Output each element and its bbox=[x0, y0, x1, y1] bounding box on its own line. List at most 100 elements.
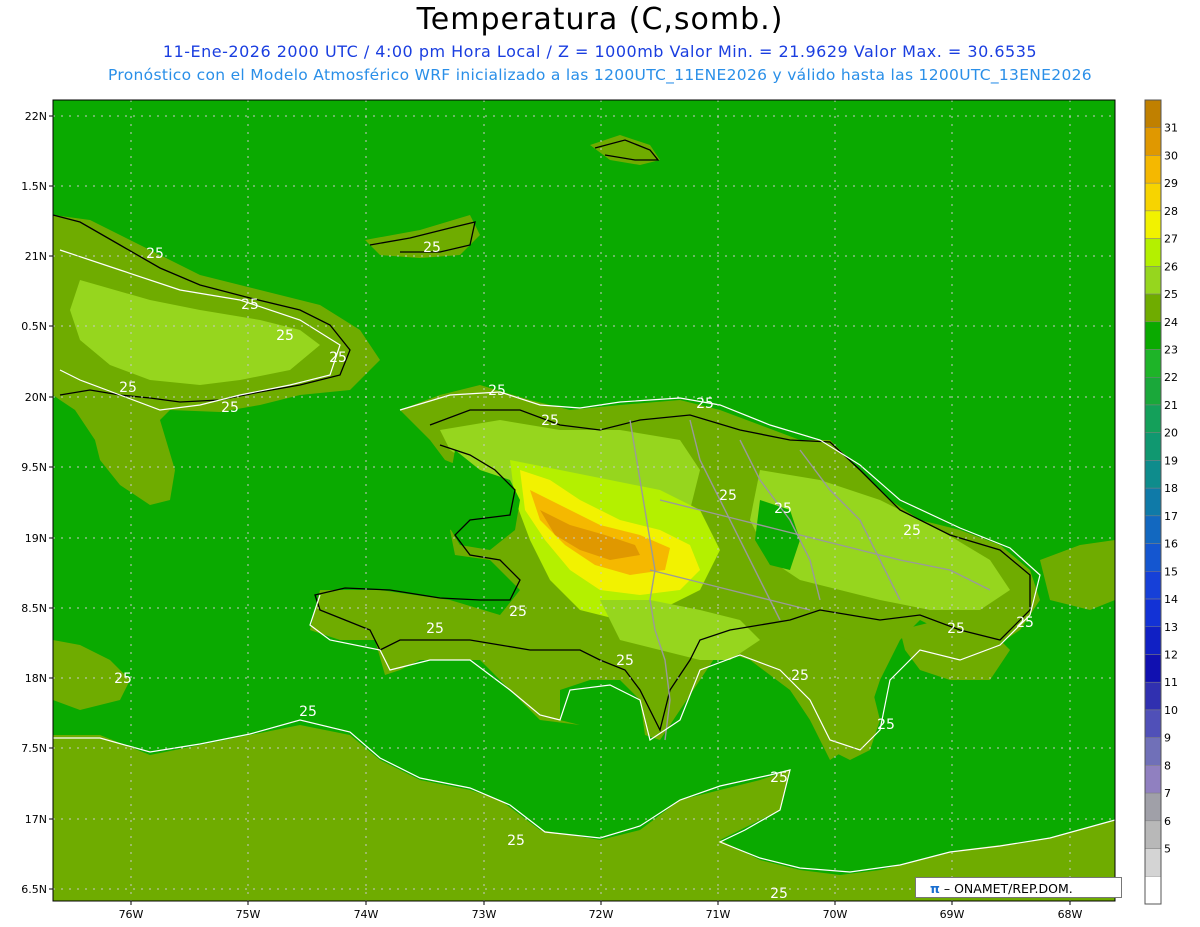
colorbar-label: 21 bbox=[1164, 399, 1178, 412]
contour-label-25: 25 bbox=[903, 523, 921, 539]
temperature-map: 25 25 25 25 25 25 25 25 25 25 25 25 25 25 25 25 25 25 25 25… bbox=[21, 99, 1178, 921]
colorbar-label: 11 bbox=[1164, 676, 1178, 689]
lon-label: 69W bbox=[940, 908, 965, 921]
contour-label-25: 25 bbox=[877, 717, 895, 733]
contour-label-25: 25 bbox=[509, 604, 527, 620]
lon-label: 68W bbox=[1058, 908, 1083, 921]
colorbar-swatch bbox=[1144, 820, 1162, 849]
colorbar-label: 24 bbox=[1164, 316, 1178, 329]
credit-text: – ONAMET/REP.DOM. bbox=[943, 881, 1073, 896]
colorbar-swatch bbox=[1144, 571, 1162, 600]
lat-label: 19N bbox=[25, 532, 47, 545]
colorbar-swatch bbox=[1144, 266, 1162, 295]
colorbar-label: 6 bbox=[1164, 815, 1171, 828]
lat-label: 20N bbox=[25, 391, 47, 404]
map-title: Temperatura (C,somb.) bbox=[416, 2, 784, 37]
colorbar-label: 29 bbox=[1164, 177, 1178, 190]
colorbar-swatch bbox=[1144, 404, 1162, 433]
contour-label-25: 25 bbox=[114, 671, 132, 687]
lon-label: 72W bbox=[589, 908, 614, 921]
contour-label-25: 25 bbox=[488, 383, 506, 399]
contour-label-25: 25 bbox=[791, 668, 809, 684]
contour-label-25: 25 bbox=[423, 240, 441, 256]
colorbar-label: 7 bbox=[1164, 787, 1171, 800]
lat-label: 9.5N bbox=[21, 461, 47, 474]
contour-label-25: 25 bbox=[119, 380, 137, 396]
contour-label-25: 25 bbox=[774, 501, 792, 517]
lon-label: 73W bbox=[472, 908, 497, 921]
credit-box: π – ONAMET/REP.DOM. bbox=[915, 877, 1122, 898]
contour-label-25: 25 bbox=[241, 297, 259, 313]
colorbar-swatch bbox=[1144, 432, 1162, 461]
colorbar-swatch bbox=[1144, 182, 1162, 212]
colorbar-swatch bbox=[1144, 709, 1162, 738]
colorbar-swatch bbox=[1144, 792, 1162, 822]
colorbar-swatch bbox=[1144, 210, 1162, 239]
contour-label-25: 25 bbox=[276, 328, 294, 344]
colorbar-swatch bbox=[1144, 681, 1162, 711]
lon-label: 76W bbox=[119, 908, 144, 921]
colorbar-swatch bbox=[1144, 460, 1162, 489]
colorbar-label: 15 bbox=[1164, 565, 1178, 578]
lat-label: 7.5N bbox=[21, 742, 47, 755]
colorbar-label: 20 bbox=[1164, 427, 1178, 440]
colorbar-label: 31 bbox=[1164, 122, 1178, 135]
colorbar-swatch bbox=[1144, 876, 1162, 905]
colorbar-swatch bbox=[1144, 238, 1162, 267]
colorbar-swatch bbox=[1144, 598, 1162, 628]
colorbar-swatch bbox=[1144, 321, 1162, 350]
colorbar-label: 13 bbox=[1164, 621, 1178, 634]
colorbar-label: 18 bbox=[1164, 482, 1178, 495]
colorbar-label: 27 bbox=[1164, 233, 1178, 246]
contour-label-25: 25 bbox=[426, 621, 444, 637]
colorbar-swatch bbox=[1144, 654, 1162, 683]
contour-label-25: 25 bbox=[299, 704, 317, 720]
contour-label-25: 25 bbox=[507, 833, 525, 849]
contour-label-25: 25 bbox=[947, 621, 965, 637]
lat-label: 21N bbox=[25, 250, 47, 263]
colorbar-label: 23 bbox=[1164, 344, 1178, 357]
lon-label: 74W bbox=[354, 908, 379, 921]
lat-label: 8.5N bbox=[21, 602, 47, 615]
contour-label-25: 25 bbox=[770, 770, 788, 786]
colorbar-swatch bbox=[1144, 127, 1162, 156]
lat-label: 18N bbox=[25, 672, 47, 685]
onamet-logo-icon: π bbox=[930, 881, 940, 896]
colorbar-label: 17 bbox=[1164, 510, 1178, 523]
lon-label: 70W bbox=[823, 908, 848, 921]
colorbar-label: 9 bbox=[1164, 732, 1171, 745]
colorbar-label: 8 bbox=[1164, 759, 1171, 772]
colorbar-label: 16 bbox=[1164, 538, 1178, 551]
colorbar-swatch bbox=[1144, 349, 1162, 378]
colorbar-label: 12 bbox=[1164, 648, 1178, 661]
lat-label: 17N bbox=[25, 813, 47, 826]
colorbar-label: 5 bbox=[1164, 843, 1171, 856]
lon-label: 75W bbox=[236, 908, 261, 921]
contour-label-25: 25 bbox=[221, 400, 239, 416]
contour-label-25: 25 bbox=[616, 653, 634, 669]
colorbar-label: 10 bbox=[1164, 704, 1178, 717]
colorbar-swatch bbox=[1144, 155, 1162, 184]
lat-label: 6.5N bbox=[21, 883, 47, 896]
colorbar-label: 22 bbox=[1164, 371, 1178, 384]
map-subtitle-model: Pronóstico con el Modelo Atmosférico WRF… bbox=[108, 66, 1092, 84]
colorbar-label: 30 bbox=[1164, 149, 1178, 162]
colorbar-swatch bbox=[1144, 515, 1162, 544]
contour-label-25: 25 bbox=[719, 488, 737, 504]
colorbar-swatch bbox=[1144, 626, 1162, 655]
colorbar-swatch bbox=[1144, 293, 1162, 323]
colorbar-swatch bbox=[1144, 376, 1162, 406]
colorbar-swatch bbox=[1144, 543, 1162, 572]
colorbar-swatch bbox=[1144, 99, 1162, 128]
colorbar-swatch bbox=[1144, 848, 1162, 877]
lat-label: 22N bbox=[25, 110, 47, 123]
contour-label-25: 25 bbox=[541, 413, 559, 429]
colorbar-label: 14 bbox=[1164, 593, 1178, 606]
colorbar-label: 28 bbox=[1164, 205, 1178, 218]
lon-label: 71W bbox=[706, 908, 731, 921]
contour-label-25: 25 bbox=[146, 246, 164, 262]
contour-label-25: 25 bbox=[696, 396, 714, 412]
colorbar-swatch bbox=[1144, 765, 1162, 794]
map-subtitle-time: 11-Ene-2026 2000 UTC / 4:00 pm Hora Loca… bbox=[162, 42, 1038, 61]
lat-label: 0.5N bbox=[21, 320, 47, 333]
